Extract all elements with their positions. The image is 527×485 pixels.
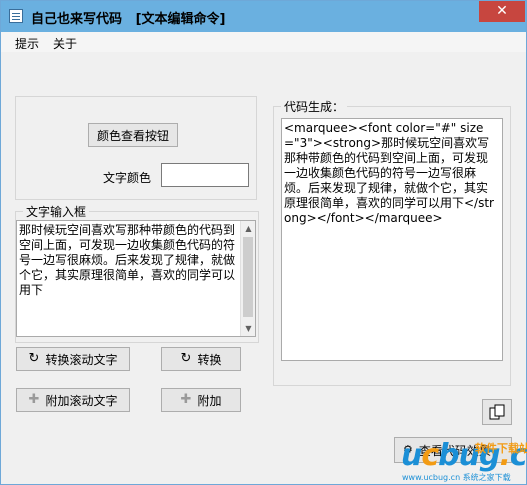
menu-hints[interactable]: 提示 — [15, 35, 39, 52]
append-scroll-label: 附加滚动文字 — [45, 393, 118, 408]
text-input-area[interactable]: 那时候玩空间喜欢写那种带颜色的代码到空间上面，可发现一边收集颜色代码的符号一边写… — [16, 220, 256, 337]
convert-label: 转换 — [197, 352, 222, 367]
watermark-sub: www.ucbug.cn 系统之家下载 — [402, 473, 511, 482]
view-color-button[interactable]: 颜色查看按钮 — [88, 123, 178, 147]
watermark-tagline: 软件下载站 — [475, 442, 527, 455]
append-scroll-button[interactable]: ✚ 附加滚动文字 — [16, 388, 130, 412]
refresh-icon: ↻ — [28, 351, 40, 366]
refresh-icon: ↻ — [180, 351, 192, 366]
copy-button[interactable] — [482, 399, 512, 425]
text-color-field[interactable] — [161, 163, 249, 187]
code-output-label: 代码生成： — [281, 98, 348, 115]
text-input-content: 那时候玩空间喜欢写那种带颜色的代码到空间上面，可发现一边收集颜色代码的符号一边写… — [19, 223, 236, 297]
menu-bar: 提示 关于 — [1, 32, 526, 52]
scroll-up-arrow-icon[interactable]: ▲ — [241, 221, 255, 236]
append-button[interactable]: ✚ 附加 — [161, 388, 241, 412]
convert-scroll-button[interactable]: ↻ 转换滚动文字 — [16, 347, 130, 371]
app-window: 自己也来写代码 [文本编辑命令] ✕ 提示 关于 颜色查看按钮 文字颜色 文字输… — [0, 0, 527, 485]
scroll-down-arrow-icon[interactable]: ▼ — [241, 321, 255, 336]
close-button[interactable]: ✕ — [479, 1, 525, 22]
window-title: 自己也来写代码 [文本编辑命令] — [31, 12, 226, 27]
append-label: 附加 — [197, 393, 222, 408]
code-output-area[interactable]: <marquee><font color="#" size="3"><stron… — [281, 118, 503, 361]
title-bar[interactable]: 自己也来写代码 [文本编辑命令] ✕ — [1, 1, 526, 32]
plus-icon: ✚ — [28, 392, 40, 407]
text-color-label: 文字颜色 — [103, 171, 152, 185]
text-input-scrollbar[interactable]: ▲ ▼ — [240, 221, 255, 336]
app-icon — [9, 9, 23, 23]
convert-button[interactable]: ↻ 转换 — [161, 347, 241, 371]
scroll-thumb[interactable] — [243, 237, 253, 317]
convert-scroll-label: 转换滚动文字 — [45, 352, 118, 367]
copy-icon — [489, 404, 505, 420]
text-input-label: 文字输入框 — [23, 203, 90, 220]
menu-about[interactable]: 关于 — [53, 35, 77, 52]
plus-icon: ✚ — [180, 392, 192, 407]
watermark: ucbug.cn 软件下载站 www.ucbug.cn 系统之家下载 — [401, 438, 527, 482]
code-output-content: <marquee><font color="#" size="3"><stron… — [284, 121, 494, 225]
